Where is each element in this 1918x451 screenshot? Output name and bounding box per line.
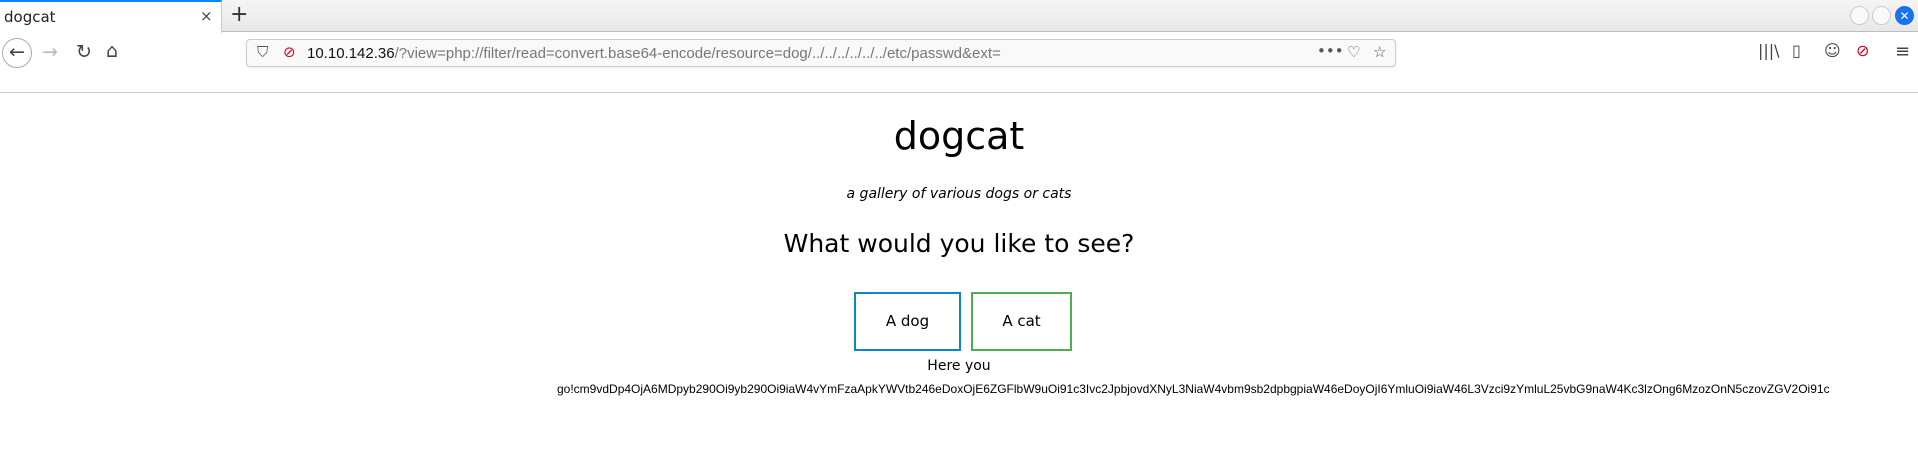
extension-icon[interactable]: ⊘	[1856, 41, 1869, 60]
close-tab-icon[interactable]: ×	[200, 7, 213, 25]
menu-icon[interactable]: ≡	[1895, 41, 1910, 62]
back-icon[interactable]: ←	[2, 38, 32, 68]
account-icon[interactable]: ☺	[1824, 41, 1841, 60]
page-title: dogcat	[893, 114, 1025, 158]
pocket-icon[interactable]: ♡	[1347, 43, 1360, 61]
forward-icon[interactable]: →	[42, 41, 58, 63]
url-bar[interactable]: ⛉ ⊘ 10.10.142.36/?view=php://filter/read…	[246, 39, 1396, 67]
sidebar-icon[interactable]: ▯	[1792, 41, 1801, 60]
tab-dogcat[interactable]: dogcat ×	[0, 0, 222, 33]
page-actions-icon[interactable]: •••	[1317, 42, 1344, 60]
nav-bar: ← → ↻ ⌂ ⛉ ⊘ 10.10.142.36/?view=php://fil…	[0, 33, 1918, 93]
maximize-button[interactable]	[1872, 6, 1891, 25]
new-tab-button[interactable]: +	[230, 2, 248, 27]
reload-icon[interactable]: ↻	[76, 41, 92, 63]
question-heading: What would you like to see?	[783, 229, 1135, 258]
tab-bar: dogcat × + ✕	[0, 0, 1918, 33]
insecure-lock-icon[interactable]: ⊘	[283, 43, 296, 61]
base64-output: go!cm9vdDp4OjA6MDpyb290Oi9yb290Oi9iaW4vY…	[557, 382, 1830, 396]
dog-button[interactable]: A dog	[854, 292, 961, 351]
bookmark-star-icon[interactable]: ☆	[1373, 43, 1386, 61]
window-close-icon[interactable]: ✕	[1895, 6, 1914, 25]
library-icon[interactable]: |||\	[1758, 41, 1780, 60]
url-text[interactable]: 10.10.142.36/?view=php://filter/read=con…	[307, 45, 1001, 62]
result-label: Here you	[927, 358, 991, 374]
page-subtitle: a gallery of various dogs or cats	[846, 186, 1072, 202]
shield-icon[interactable]: ⛉	[257, 43, 268, 61]
tab-title: dogcat	[4, 8, 56, 26]
home-icon[interactable]: ⌂	[106, 40, 118, 62]
minimize-button[interactable]	[1850, 6, 1869, 25]
cat-button[interactable]: A cat	[971, 292, 1072, 351]
